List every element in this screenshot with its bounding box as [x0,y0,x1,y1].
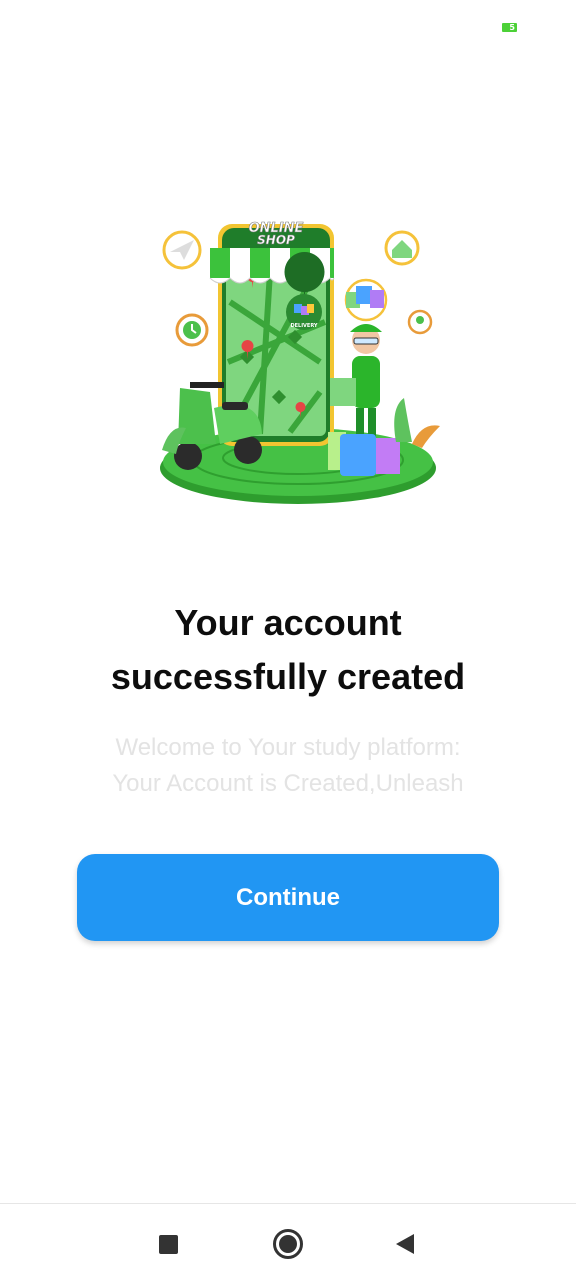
battery-icon: 5 [502,23,517,32]
continue-button[interactable]: Continue [77,854,499,941]
square-icon [158,1234,178,1254]
location-icon [407,309,433,335]
recents-button[interactable] [150,1226,186,1262]
triangle-back-icon [396,1234,414,1254]
shopping-bags-icon [344,278,388,322]
title-line-1: Your account [174,602,402,643]
illustration-svg: ONLINE SHOP DELIVERY [160,221,440,504]
back-button[interactable] [387,1226,423,1262]
circle-icon [273,1229,303,1259]
home-icon [384,230,420,266]
online-shop-illustration: ONLINE SHOP DELIVERY [150,212,450,512]
delivery-person-graphic [330,324,382,440]
subtitle-line-2: Your Account is Created,Unleash [112,770,464,797]
title-line-2: successfully created [110,656,466,697]
status-bar: 5 [0,0,576,56]
welcome-subtitle: Welcome to Your study platform: Your Acc… [60,730,516,802]
shop-sign-line2: SHOP [257,233,295,247]
page-title: Your account successfully created [40,596,536,704]
subtitle-line-1: Welcome to Your study platform: [115,734,461,761]
shopping-bags-graphic [328,432,400,476]
timer-icon [175,313,209,347]
paper-plane-icon [162,230,202,270]
system-navigation-bar [0,1203,576,1281]
delivery-badge-text: DELIVERY [290,323,317,329]
home-button[interactable] [270,1226,306,1262]
